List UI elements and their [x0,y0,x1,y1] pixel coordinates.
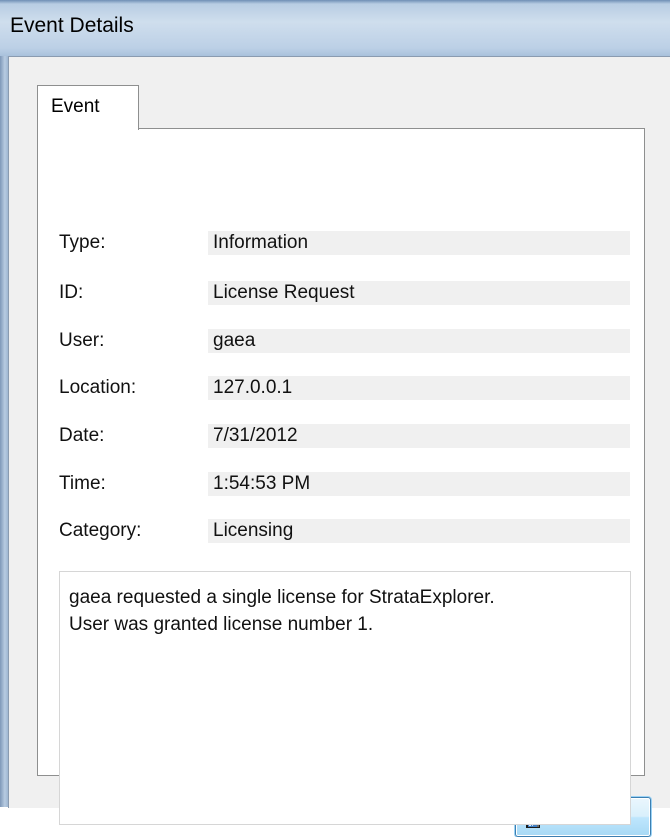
field-row-location: Location: 127.0.0.1 [38,376,644,400]
location-value-field: 127.0.0.1 [208,376,630,400]
message-text: gaea requested a single license for Stra… [69,587,495,635]
id-label: ID: [59,282,84,303]
time-label: Time: [59,473,106,494]
location-label: Location: [59,377,137,398]
date-label: Date: [59,425,105,446]
user-label: User: [59,330,105,351]
id-value-field: License Request [208,281,630,305]
category-label: Category: [59,520,142,541]
time-value-field: 1:54:53 PM [208,472,630,496]
user-value: gaea [213,330,256,351]
id-value: License Request [213,282,355,303]
field-row-category: Category: Licensing [38,519,644,543]
time-value: 1:54:53 PM [213,473,311,494]
field-row-id: ID: License Request [38,281,644,305]
title-bar[interactable]: Event Details [0,0,670,54]
date-value-field: 7/31/2012 [208,424,630,448]
date-value: 7/31/2012 [213,425,298,446]
location-value: 127.0.0.1 [213,377,293,398]
tab-event[interactable]: Event [37,85,139,130]
user-value-field: gaea [208,329,630,353]
field-row-user: User: gaea [38,329,644,353]
category-value-field: Licensing [208,519,630,543]
event-tab-panel: Type: Information ID: License Request Us… [37,128,645,825]
field-row-time: Time: 1:54:53 PM [38,472,644,496]
dialog-body: Event Type: Information ID: License Requ… [8,56,670,837]
event-details-window: Event Details Event Type: Information ID… [0,0,670,837]
window-left-frame [0,56,8,807]
type-value: Information [213,232,309,253]
type-label: Type: [59,232,106,253]
tab-event-label: Event [51,96,100,117]
field-row-date: Date: 7/31/2012 [38,424,644,448]
category-value: Licensing [213,520,294,541]
window-title: Event Details [10,14,134,37]
message-textbox[interactable]: gaea requested a single license for Stra… [59,571,631,825]
field-row-type: Type: Information [38,231,644,255]
type-value-field: Information [208,231,630,255]
